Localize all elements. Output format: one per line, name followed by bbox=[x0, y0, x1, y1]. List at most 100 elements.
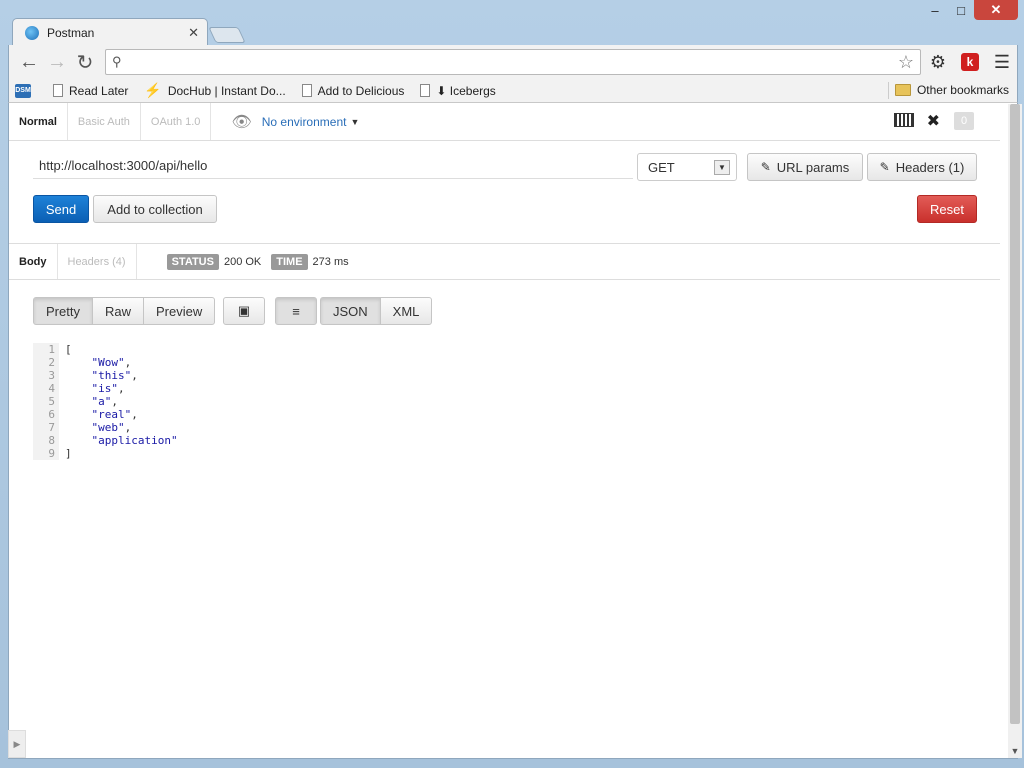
page-scrollbar[interactable]: ▼ bbox=[1008, 104, 1022, 758]
xml-button[interactable]: XML bbox=[379, 297, 433, 325]
scroll-down-icon[interactable]: ▼ bbox=[1008, 744, 1022, 758]
headers-label: Headers (1) bbox=[895, 159, 965, 175]
code-line: ] bbox=[65, 447, 72, 460]
page-icon bbox=[301, 84, 312, 97]
time-value: 273 ms bbox=[312, 255, 349, 268]
page-icon bbox=[53, 84, 63, 97]
other-bookmarks-label: Other bookmarks bbox=[916, 83, 1009, 97]
reload-icon[interactable]: ↻ bbox=[71, 48, 99, 76]
json-button[interactable]: JSON bbox=[320, 297, 381, 325]
eye-icon[interactable]: 👁 bbox=[231, 103, 251, 140]
close-window-button[interactable]: ✕ bbox=[974, 0, 1018, 20]
fullscreen-group: ▣ bbox=[223, 297, 265, 325]
scrollbar-thumb[interactable] bbox=[1010, 104, 1020, 724]
response-tabs-row: Body Headers (4) STATUS 200 OK TIME 273 … bbox=[9, 243, 1000, 280]
code-line: "real", bbox=[91, 408, 138, 421]
wrench-icon[interactable]: ✖ bbox=[927, 111, 940, 131]
back-arrow-icon[interactable]: ← bbox=[15, 48, 43, 76]
forward-arrow-icon[interactable]: → bbox=[43, 48, 71, 76]
code-line: "this", bbox=[91, 369, 138, 382]
send-button[interactable]: Send bbox=[33, 195, 89, 223]
line-number: 6 bbox=[48, 408, 55, 421]
maximize-button[interactable]: □ bbox=[948, 0, 974, 20]
notification-badge[interactable]: 0 bbox=[954, 112, 974, 130]
line-numbers: 123456789 bbox=[33, 343, 59, 460]
new-tab-button[interactable] bbox=[208, 27, 246, 43]
postman-app: Normal Basic Auth OAuth 1.0 👁 No environ… bbox=[8, 103, 1018, 759]
url-params-button[interactable]: ✎ URL params bbox=[747, 153, 863, 181]
edit-icon: ✎ bbox=[760, 160, 771, 174]
code-line: [ bbox=[65, 343, 72, 356]
response-body-lines: [ "Wow", "this", "is", "a", "real", "web… bbox=[65, 343, 178, 460]
preview-button[interactable]: Preview bbox=[142, 297, 216, 325]
page-icon bbox=[420, 84, 431, 97]
line-number: 1 bbox=[48, 343, 55, 356]
request-url-input[interactable] bbox=[33, 153, 633, 179]
dsm-icon: DSM bbox=[15, 83, 31, 98]
menu-icon[interactable]: ☰ bbox=[987, 47, 1017, 77]
caret-down-icon: ▼ bbox=[350, 116, 360, 127]
browser-toolbar: ← → ↻ ⚲ ☆ ⚙ k ☰ bbox=[8, 45, 1018, 79]
gear-icon[interactable]: ⚙ bbox=[923, 47, 953, 77]
reset-button[interactable]: Reset bbox=[917, 195, 977, 223]
browser-window: – □ ✕ Postman ✕ ← → ↻ ⚲ ☆ ⚙ k ☰ DSM Read… bbox=[0, 0, 1024, 768]
extension-k-icon: k bbox=[961, 53, 979, 71]
line-number: 3 bbox=[48, 369, 55, 382]
tab-basic-auth[interactable]: Basic Auth bbox=[68, 103, 141, 140]
tab-body[interactable]: Body bbox=[9, 244, 58, 279]
format-group: ≡ JSON XML bbox=[275, 297, 433, 325]
bookmark-dsm[interactable]: DSM bbox=[15, 83, 37, 98]
folder-icon bbox=[894, 84, 911, 96]
pretty-button[interactable]: Pretty bbox=[33, 297, 93, 325]
sidebar-expand-icon[interactable]: ▶ bbox=[8, 730, 26, 758]
search-icon: ⚲ bbox=[112, 54, 122, 69]
omnibox[interactable]: ⚲ ☆ bbox=[105, 49, 921, 75]
environment-label: No environment bbox=[261, 114, 347, 129]
code-line: "is", bbox=[91, 382, 125, 395]
line-number: 7 bbox=[48, 421, 55, 434]
code-line: "Wow", bbox=[91, 356, 132, 369]
bookmark-label: DocHub | Instant Do... bbox=[167, 83, 286, 98]
chevron-down-icon: ▼ bbox=[714, 160, 730, 175]
bookmark-star-icon[interactable]: ☆ bbox=[898, 52, 914, 73]
tab-strip: Postman ✕ bbox=[12, 18, 246, 46]
bookmark-label: ⬇ Icebergs bbox=[436, 83, 496, 98]
other-bookmarks[interactable]: Other bookmarks bbox=[894, 83, 1009, 97]
window-controls: – □ ✕ bbox=[922, 0, 1018, 22]
bookmark-label: Read Later bbox=[69, 83, 129, 98]
tab-oauth[interactable]: OAuth 1.0 bbox=[141, 103, 212, 140]
auth-tabs-row: Normal Basic Auth OAuth 1.0 👁 No environ… bbox=[9, 103, 1000, 141]
raw-button[interactable]: Raw bbox=[91, 297, 144, 325]
bookmark-dochub[interactable]: ⚡ DocHub | Instant Do... bbox=[144, 82, 285, 99]
environment-select[interactable]: No environment ▼ bbox=[262, 103, 360, 140]
bookmark-icebergs[interactable]: ⬇ Icebergs bbox=[420, 83, 496, 98]
method-select[interactable]: GET ▼ bbox=[637, 153, 737, 181]
headers-button[interactable]: ✎ Headers (1) bbox=[867, 153, 977, 181]
tab-title: Postman bbox=[47, 25, 95, 40]
code-line: "web", bbox=[91, 421, 132, 434]
wrap-lines-icon[interactable]: ≡ bbox=[275, 297, 317, 325]
response-meta: STATUS 200 OK TIME 273 ms bbox=[166, 244, 359, 279]
time-label: TIME bbox=[271, 253, 308, 270]
bookmarks-separator bbox=[888, 82, 889, 99]
bookmarks-bar: DSM Read Later ⚡ DocHub | Instant Do... … bbox=[8, 79, 1018, 103]
bookmark-delicious[interactable]: Add to Delicious bbox=[301, 84, 404, 98]
browser-tab-postman[interactable]: Postman ✕ bbox=[12, 18, 208, 46]
keyboard-icon[interactable] bbox=[894, 113, 914, 127]
tab-normal[interactable]: Normal bbox=[9, 103, 68, 140]
bookmark-read-later[interactable]: Read Later bbox=[53, 84, 128, 98]
tab-response-headers[interactable]: Headers (4) bbox=[58, 244, 137, 279]
minimize-button[interactable]: – bbox=[922, 0, 948, 20]
method-value: GET bbox=[648, 159, 675, 175]
line-number: 2 bbox=[48, 356, 55, 369]
postman-favicon-icon bbox=[25, 25, 39, 40]
add-to-collection-button[interactable]: Add to collection bbox=[93, 195, 217, 223]
extension-k-button[interactable]: k bbox=[955, 47, 985, 77]
status-value: 200 OK bbox=[223, 255, 262, 268]
fullscreen-icon[interactable]: ▣ bbox=[223, 297, 265, 325]
line-number: 9 bbox=[48, 447, 55, 460]
status-label: STATUS bbox=[166, 253, 219, 270]
line-number: 8 bbox=[48, 434, 55, 447]
tab-close-icon[interactable]: ✕ bbox=[188, 25, 199, 41]
omnibox-input[interactable] bbox=[127, 54, 898, 70]
